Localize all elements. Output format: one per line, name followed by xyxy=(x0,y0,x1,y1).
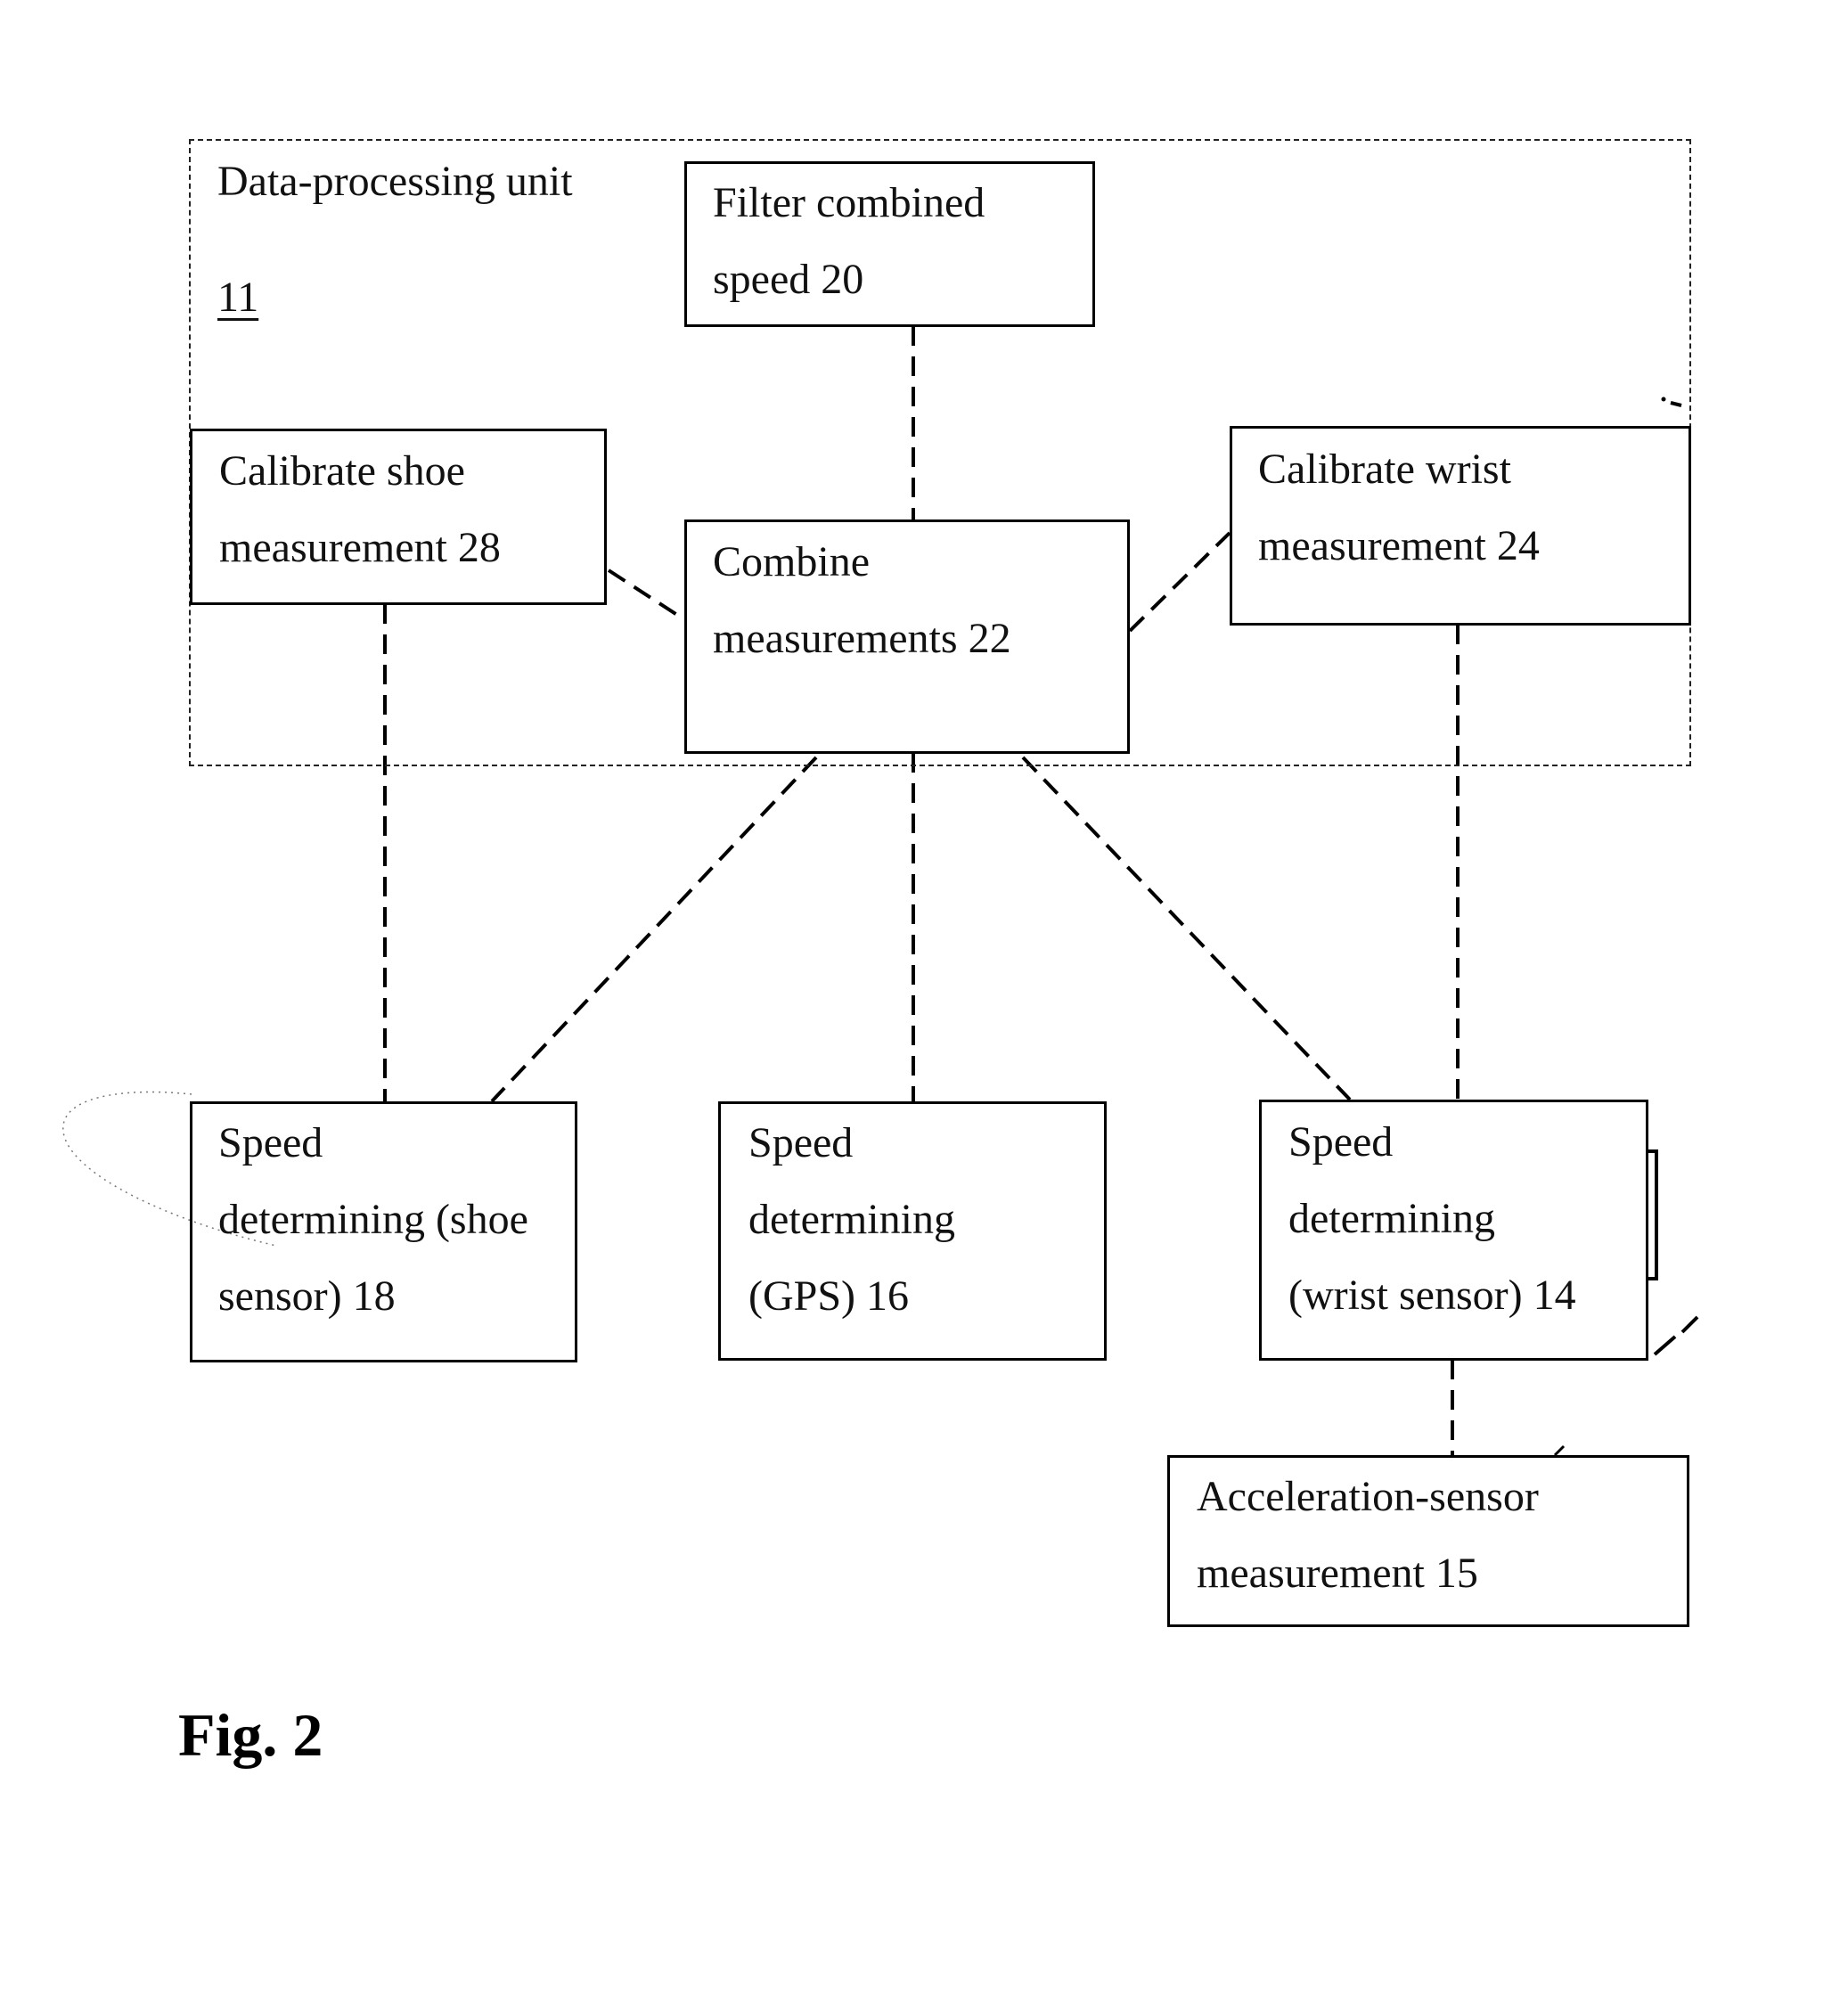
stray-dash-mark xyxy=(1680,1315,1699,1334)
speed-determining-shoe-label: Speed determining (shoe sensor) 18 xyxy=(218,1105,528,1335)
block-line: Acceleration-sensor xyxy=(1197,1473,1539,1520)
block-line: Calibrate wrist xyxy=(1258,446,1511,493)
block-line: Speed xyxy=(218,1119,323,1166)
block-line: measurement 28 xyxy=(219,524,501,571)
block-line: (wrist sensor) 14 xyxy=(1288,1272,1576,1319)
block-line: Calibrate shoe xyxy=(219,447,465,495)
acceleration-sensor-measurement-label: Acceleration-sensor measurement 15 xyxy=(1197,1459,1539,1612)
block-line: Speed xyxy=(748,1119,854,1166)
block-line: sensor) 18 xyxy=(218,1272,396,1320)
block-line: determining (shoe xyxy=(218,1196,528,1243)
data-processing-unit-title: Data-processing unit xyxy=(217,158,573,205)
connector-combine-speed-wrist xyxy=(1021,756,1352,1101)
stray-tick-mark xyxy=(1553,1444,1566,1457)
block-line: measurement 15 xyxy=(1197,1550,1478,1597)
calibrate-shoe-measurement-label: Calibrate shoe measurement 28 xyxy=(219,433,501,586)
figure-caption: Fig. 2 xyxy=(178,1701,323,1769)
speed-determining-wrist-label: Speed determining (wrist sensor) 14 xyxy=(1288,1104,1576,1334)
combine-measurements-label: Combine measurements 22 xyxy=(713,524,1011,677)
block-line: measurements 22 xyxy=(713,615,1011,662)
figure-2-diagram: Data-processing unit 11 Filter combined … xyxy=(0,0,1848,1996)
block-line: Filter combined xyxy=(713,179,985,226)
block-line: determining xyxy=(1288,1195,1495,1242)
stray-dash-mark xyxy=(1653,1335,1677,1356)
block-line: Speed xyxy=(1288,1118,1394,1166)
calibrate-wrist-measurement-label: Calibrate wrist measurement 24 xyxy=(1258,431,1540,585)
block-line: speed 20 xyxy=(713,256,864,303)
block-line: determining xyxy=(748,1196,955,1243)
filter-combined-speed-label: Filter combined speed 20 xyxy=(713,165,985,318)
block-line: Combine xyxy=(713,538,870,585)
connector-combine-speed-shoe xyxy=(490,756,818,1103)
bracket-mark xyxy=(1648,1149,1658,1280)
data-processing-unit-ref: 11 xyxy=(217,274,259,321)
speed-determining-gps-label: Speed determining (GPS) 16 xyxy=(748,1105,955,1335)
block-line: (GPS) 16 xyxy=(748,1272,910,1320)
block-line: measurement 24 xyxy=(1258,522,1540,569)
